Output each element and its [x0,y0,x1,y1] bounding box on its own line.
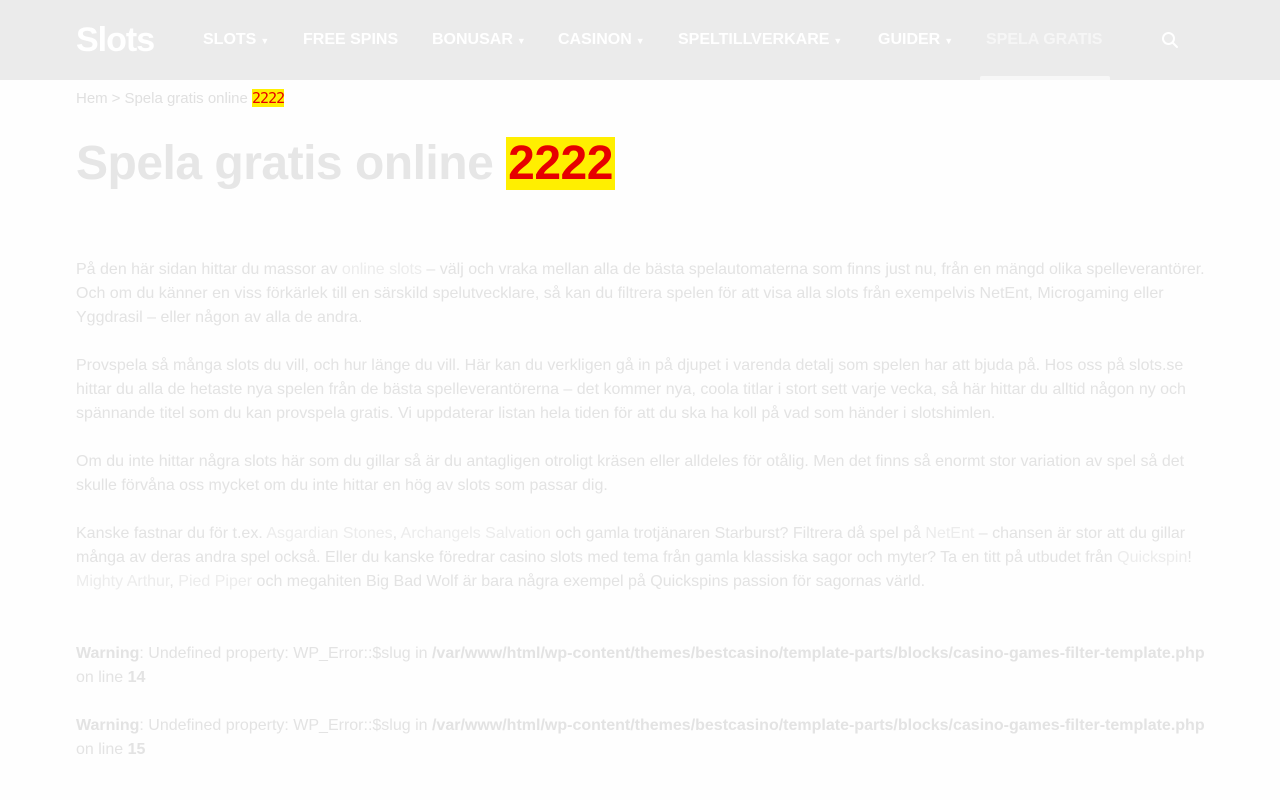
chevron-down-icon: ▼ [635,36,645,46]
breadcrumb-current-text: Spela gratis online [124,90,248,107]
paragraph-text: och megahiten Big Bad Wolf är bara några… [252,573,926,590]
paragraph-text: ! [1187,549,1192,566]
site-logo[interactable]: Slots [76,21,155,59]
breadcrumb-separator: > [111,89,121,107]
nav-item-label: SLOTS [203,31,257,48]
chevron-down-icon: ▼ [944,36,954,46]
intro-paragraph: På den här sidan hittar du massor av onl… [76,258,1206,330]
active-nav-indicator [980,76,1110,80]
paragraph-3: Om du inte hittar några slots här som du… [76,453,1185,494]
top-navbar: Slots SLOTS ▼ FREE SPINS BONUSAR ▼ CASIN… [0,0,1280,80]
main-content: På den här sidan hittar du massor av onl… [76,258,1206,786]
nav-item-casinon[interactable]: CASINON ▼ [558,31,645,49]
php-warning: Warning: Undefined property: WP_Error::$… [76,714,1206,762]
warning-online: on line [76,741,128,758]
warning-path: /var/www/html/wp-content/themes/bestcasi… [431,645,1205,662]
chevron-down-icon: ▼ [260,36,270,46]
nav-item-free-spins[interactable]: FREE SPINS [303,31,398,49]
page-title: Spela gratis online 2222 [76,136,615,191]
breadcrumb-home-link[interactable]: Hem [76,90,108,107]
netent-link[interactable]: NetEnt [925,525,974,542]
nav-item-bonusar[interactable]: BONUSAR ▼ [432,31,526,49]
nav-item-speltillverkare[interactable]: SPELTILLVERKARE ▼ [678,31,842,49]
warning-label: Warning [76,645,140,662]
nav-item-slots[interactable]: SLOTS ▼ [203,31,269,49]
warning-line: 15 [127,741,146,758]
nav-item-guider[interactable]: GUIDER ▼ [878,31,953,49]
warning-online: on line [76,669,128,686]
paragraph-4: Kanske fastnar du för t.ex. Asgardian St… [76,522,1206,594]
paragraph-text: På den här sidan hittar du massor av [76,261,342,278]
online-slots-link[interactable]: online slots [342,261,422,278]
chevron-down-icon: ▼ [833,36,843,46]
nav-item-label: SPELTILLVERKARE [678,31,830,48]
nav-item-label: CASINON [558,31,632,48]
mighty-arthur-link[interactable]: Mighty Arthur [76,573,169,590]
paragraph-text: , [392,525,401,542]
warning-path: /var/www/html/wp-content/themes/bestcasi… [431,717,1205,734]
nav-item-label: BONUSAR [432,31,513,48]
warning-message: : Undefined property: WP_Error::$slug in [139,645,432,662]
breadcrumb-current: Spela gratis online 2222 [124,89,285,107]
nav-item-label: FREE SPINS [303,31,399,48]
warning-label: Warning [76,717,140,734]
page-title-text: Spela gratis online [76,137,494,190]
asgardian-stones-link[interactable]: Asgardian Stones [266,525,392,542]
page-title-highlight: 2222 [506,137,615,190]
archangels-salvation-link[interactable]: Archangels Salvation [401,525,551,542]
warning-line: 14 [127,669,146,686]
paragraph-text: , [169,573,179,590]
nav-item-label: SPELA GRATIS [986,31,1103,48]
breadcrumb-highlight: 2222 [252,89,285,107]
nav-item-label: GUIDER [878,31,941,48]
paragraph-2: Provspela så många slots du vill, och hu… [76,357,1186,422]
chevron-down-icon: ▼ [516,36,526,46]
nav-item-spela-gratis[interactable]: SPELA GRATIS [986,31,1102,49]
paragraph-text: Kanske fastnar du för t.ex. [76,525,267,542]
search-icon[interactable] [1160,30,1180,50]
breadcrumb: Hem > Spela gratis online 2222 [76,89,285,107]
paragraph-text: och gamla trotjänaren Starburst? Filtrer… [550,525,926,542]
quickspin-link[interactable]: Quickspin [1117,549,1187,566]
warning-message: : Undefined property: WP_Error::$slug in [139,717,432,734]
pied-piper-link[interactable]: Pied Piper [178,573,252,590]
php-warning: Warning: Undefined property: WP_Error::$… [76,642,1206,690]
